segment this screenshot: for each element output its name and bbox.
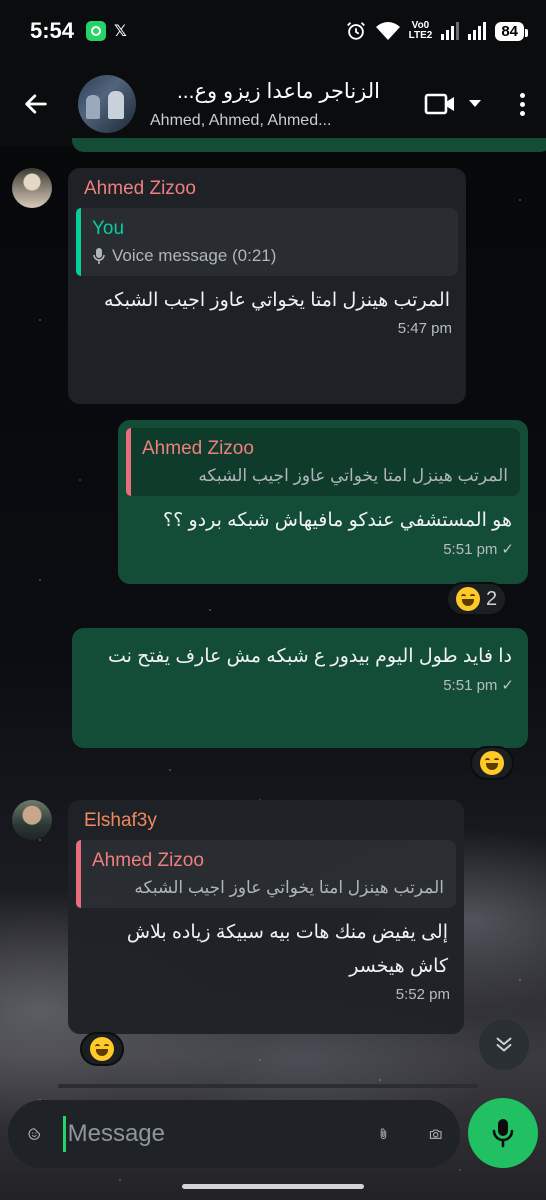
message-text: المرتب هينزل امتا يخواتي عاوز اجيب الشبك… (104, 290, 450, 311)
chat-info[interactable]: الزناجر ماعدا زيزو وع... Ahmed, Ahmed, A… (150, 79, 380, 130)
attach-paperclip-icon[interactable] (378, 1119, 389, 1149)
quoted-reply[interactable]: Ahmed Zizoo المرتب هينزل امتا يخواتي عاو… (76, 840, 456, 908)
whatsapp-notification-icon (86, 21, 107, 41)
network-label-2: LTE2 (408, 30, 433, 41)
microphone-icon (93, 248, 105, 264)
sent-check-icon: ✓ (501, 541, 514, 558)
double-chevron-down-icon (496, 1037, 512, 1052)
reaction-badge[interactable]: 2 (446, 582, 508, 616)
quoted-text: المرتب هينزل امتا يخواتي عاوز اجيب الشبك… (198, 466, 508, 485)
message-text: إلى يفيض منك هات بيه سبيكة زياده بلاش كا… (126, 922, 448, 977)
sender-avatar-ahmed[interactable] (12, 168, 52, 208)
group-avatar[interactable] (78, 75, 136, 133)
dropdown-caret-icon (469, 100, 481, 107)
volte-indicator: Vo0 LTE2 (409, 21, 433, 41)
arrow-back-icon (25, 94, 47, 114)
message-input[interactable] (62, 1116, 378, 1152)
quoted-sender: Ahmed Zizoo (92, 850, 204, 871)
sender-avatar-elshaf3y[interactable] (12, 800, 52, 840)
video-call-button[interactable] (424, 92, 482, 116)
scroll-to-bottom-button[interactable] (479, 1020, 529, 1070)
chat-header: الزناجر ماعدا زيزو وع... Ahmed, Ahmed, A… (0, 62, 546, 146)
quoted-sender: Ahmed Zizoo (142, 438, 254, 459)
alarm-icon (346, 22, 365, 40)
quoted-voice-label: Voice message (0:21) (112, 246, 277, 265)
message-meta: 5:51 pm ✓ (126, 538, 520, 562)
camera-icon[interactable] (429, 1120, 442, 1148)
reaction-count: 2 (486, 587, 498, 610)
home-indicator (182, 1184, 364, 1189)
message-time: 5:51 pm (443, 541, 498, 558)
message-composer (8, 1100, 460, 1168)
message-bubble-3[interactable]: دا فايد طول اليوم بيدور ع شبكه مش عارف ي… (72, 628, 528, 748)
message-bubble-1[interactable]: Ahmed Zizoo You Voice message (0:21) الم… (68, 168, 466, 404)
message-text: دا فايد طول اليوم بيدور ع شبكه مش عارف ي… (107, 646, 512, 667)
status-bar: 5:54 𝕏 Vo0 LTE2 84 (0, 0, 546, 62)
quoted-sender: You (92, 218, 125, 239)
back-button[interactable] (0, 62, 72, 146)
signal-icon-1 (441, 22, 460, 40)
laughing-emoji-icon (456, 587, 480, 611)
sticker-icon[interactable] (28, 1119, 41, 1149)
message-sender: Ahmed Zizoo (84, 178, 196, 199)
message-text: هو المستشفي عندكو مافيهاش شبكه بردو ؟؟ (163, 510, 512, 531)
message-bubble-4[interactable]: Elshaf3y Ahmed Zizoo المرتب هينزل امتا ي… (68, 800, 464, 1034)
quoted-reply[interactable]: Ahmed Zizoo المرتب هينزل امتا يخواتي عاو… (126, 428, 520, 496)
message-bubble-2[interactable]: Ahmed Zizoo المرتب هينزل امتا يخواتي عاو… (118, 420, 528, 584)
previous-message-edge (72, 138, 546, 152)
voice-record-button[interactable] (468, 1098, 538, 1168)
reaction-badge[interactable] (470, 746, 514, 780)
laughing-emoji-icon (480, 751, 504, 775)
divider-line (58, 1084, 478, 1088)
message-time: 5:47 pm (397, 320, 452, 337)
status-time: 5:54 (30, 18, 75, 43)
wifi-icon (375, 22, 400, 40)
chat-title: الزناجر ماعدا زيزو وع... (176, 79, 380, 103)
battery-indicator: 84 (495, 21, 528, 41)
message-time: 5:52 pm (395, 986, 450, 1003)
sent-check-icon: ✓ (501, 677, 514, 694)
quoted-reply[interactable]: You Voice message (0:21) (76, 208, 458, 276)
chat-participants: Ahmed, Ahmed, Ahmed... (150, 111, 332, 129)
microphone-icon (492, 1119, 514, 1148)
video-camera-icon (424, 93, 454, 115)
laughing-emoji-icon (90, 1037, 114, 1061)
message-meta: 5:51 pm ✓ (80, 674, 520, 698)
more-options-button[interactable] (520, 92, 526, 116)
x-notification-icon: 𝕏 (114, 23, 127, 40)
signal-icon-2 (468, 22, 487, 40)
message-time: 5:51 pm (443, 677, 498, 694)
quoted-text: Voice message (0:21) (92, 246, 446, 266)
message-sender: Elshaf3y (84, 810, 157, 831)
reaction-badge[interactable] (80, 1032, 124, 1066)
quoted-text: المرتب هينزل امتا يخواتي عاوز اجيب الشبك… (134, 878, 444, 897)
